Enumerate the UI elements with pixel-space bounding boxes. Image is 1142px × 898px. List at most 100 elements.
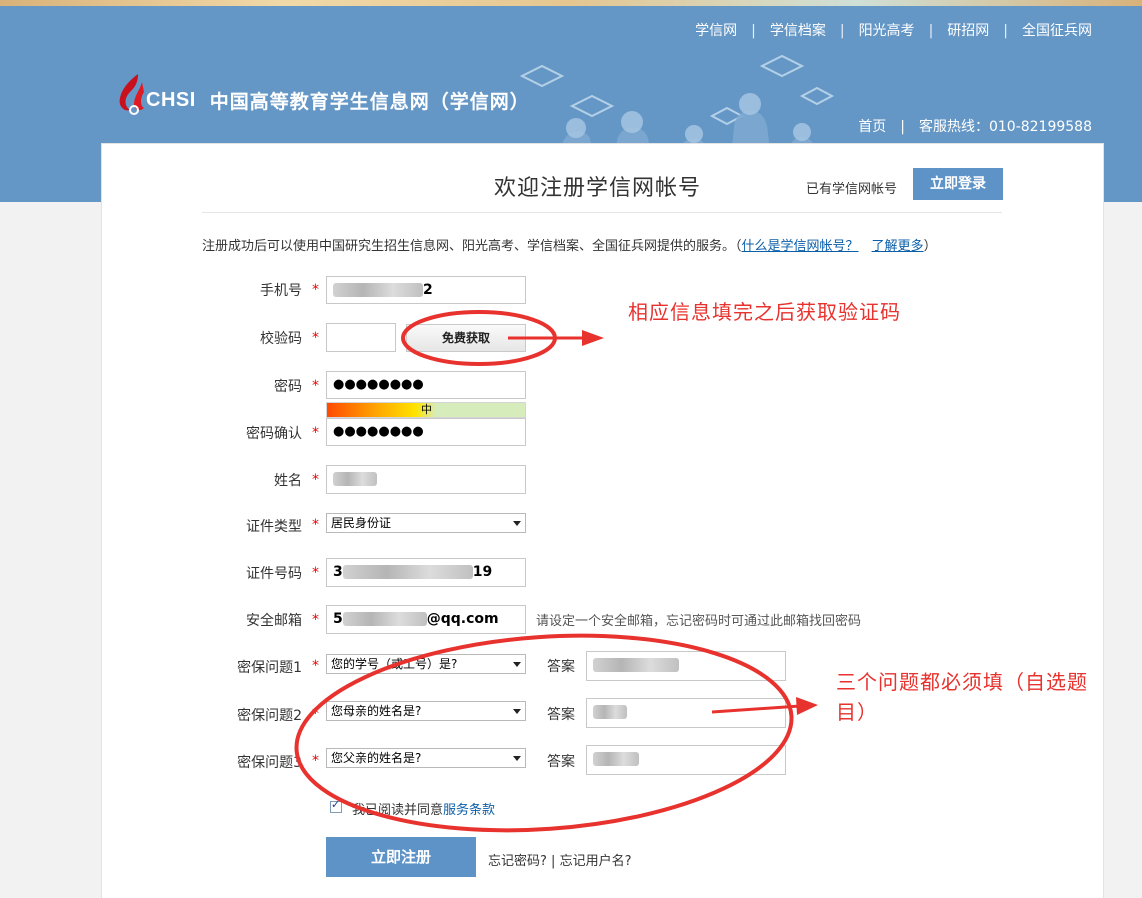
what-is-account-link[interactable]: 什么是学信网帐号？ bbox=[742, 239, 859, 254]
name-input[interactable] bbox=[326, 465, 526, 494]
password-confirm-input[interactable]: ●●●●●●●● bbox=[326, 418, 526, 446]
phone-label: 手机号 bbox=[260, 283, 302, 299]
email-prefix: 5 bbox=[333, 611, 343, 627]
redacted-blur bbox=[333, 472, 377, 486]
security-question-1-label: 密保问题1 bbox=[237, 660, 302, 676]
id-type-label: 证件类型 bbox=[246, 519, 302, 535]
security-question-2-label: 密保问题2 bbox=[237, 708, 302, 724]
forgot-separator: | bbox=[546, 854, 560, 869]
required-mark: * bbox=[312, 658, 319, 674]
answer-3-input[interactable] bbox=[586, 745, 786, 775]
title-divider bbox=[202, 212, 1002, 213]
nav-separator: | bbox=[751, 23, 756, 39]
agree-checkbox[interactable] bbox=[330, 798, 342, 813]
logo-title: 中国高等教育学生信息网（学信网） bbox=[209, 90, 530, 113]
registration-card: 欢迎注册学信网帐号 已有学信网帐号 立即登录 注册成功后可以使用中国研究生招生信… bbox=[101, 143, 1104, 898]
security-question-1-value: 您的学号（或工号）是? bbox=[331, 657, 458, 671]
logo-chsi-text: CHSI bbox=[146, 88, 196, 111]
top-nav: 学信网 | 学信档案 | 阳光高考 | 研招网 | 全国征兵网 bbox=[695, 20, 1092, 40]
subnav-separator: | bbox=[900, 119, 905, 135]
get-code-button[interactable]: 免费获取 bbox=[406, 324, 526, 352]
email-label: 安全邮箱 bbox=[246, 613, 302, 629]
password-strength-text: 中 bbox=[421, 403, 432, 416]
required-mark: * bbox=[312, 378, 319, 394]
redacted-blur bbox=[593, 752, 639, 766]
intro-text: 注册成功后可以使用中国研究生招生信息网、阳光高考、学信档案、全国征兵网提供的服务… bbox=[202, 235, 937, 254]
id-number-input[interactable]: 3 19 bbox=[326, 558, 526, 587]
answer-1-input[interactable] bbox=[586, 651, 786, 681]
password-label: 密码 bbox=[274, 379, 302, 395]
terms-link[interactable]: 服务条款 bbox=[443, 803, 495, 818]
required-mark: * bbox=[312, 565, 319, 581]
chevron-down-icon bbox=[513, 756, 521, 761]
password-strength-bar: 中 bbox=[326, 402, 526, 418]
required-mark: * bbox=[312, 706, 319, 722]
annotation-note-code: 相应信息填完之后获取验证码 bbox=[628, 300, 901, 324]
forgot-password-link[interactable]: 忘记密码? bbox=[488, 854, 547, 869]
required-mark: * bbox=[312, 425, 319, 441]
page-title: 欢迎注册学信网帐号 bbox=[494, 176, 702, 201]
name-label: 姓名 bbox=[274, 473, 302, 489]
nav-separator: | bbox=[839, 23, 845, 39]
nav-separator: | bbox=[928, 23, 934, 39]
required-mark: * bbox=[312, 472, 319, 488]
answer-2-input[interactable] bbox=[586, 698, 786, 728]
forgot-username-link[interactable]: 忘记用户名? bbox=[560, 854, 632, 869]
answer-2-label: 答案 bbox=[547, 707, 575, 723]
redacted-blur bbox=[593, 705, 627, 719]
register-button[interactable]: 立即注册 bbox=[326, 837, 476, 877]
chevron-down-icon bbox=[513, 662, 521, 667]
code-label: 校验码 bbox=[260, 331, 302, 347]
nav-sunshine-gaokao[interactable]: 阳光高考 bbox=[859, 23, 915, 39]
redacted-blur bbox=[333, 283, 423, 297]
redacted-blur bbox=[342, 612, 427, 626]
security-question-3-select[interactable]: 您父亲的姓名是? bbox=[326, 748, 526, 768]
home-link[interactable]: 首页 bbox=[858, 119, 886, 135]
chevron-down-icon bbox=[513, 709, 521, 714]
learn-more-link[interactable]: 了解更多 bbox=[872, 239, 924, 254]
required-mark: * bbox=[312, 330, 319, 346]
security-question-2-value: 您母亲的姓名是? bbox=[331, 704, 422, 718]
password-input[interactable]: ●●●●●●●● bbox=[326, 371, 526, 399]
agree-label: 我已阅读并同意 bbox=[352, 803, 444, 818]
id-type-value: 居民身份证 bbox=[331, 516, 392, 530]
phone-input[interactable]: 2 bbox=[326, 276, 526, 304]
intro-body: 注册成功后可以使用中国研究生招生信息网、阳光高考、学信档案、全国征兵网提供的服务… bbox=[202, 239, 742, 254]
email-input[interactable]: 5 @qq.com bbox=[326, 605, 526, 634]
redacted-blur bbox=[342, 565, 473, 579]
security-question-3-label: 密保问题3 bbox=[237, 755, 302, 771]
site-logo[interactable]: CHSI 中国高等教育学生信息网（学信网） bbox=[112, 72, 530, 116]
required-mark: * bbox=[312, 753, 319, 769]
nav-chsi[interactable]: 学信网 bbox=[695, 23, 737, 39]
answer-3-label: 答案 bbox=[547, 754, 575, 770]
phone-value-suffix: 2 bbox=[423, 282, 433, 298]
sub-nav: 首页 | 客服热线：010-82199588 bbox=[858, 116, 1092, 136]
has-account-text: 已有学信网帐号 bbox=[806, 182, 898, 197]
security-question-2-select[interactable]: 您母亲的姓名是? bbox=[326, 701, 526, 721]
email-hint: 请设定一个安全邮箱，忘记密码时可通过此邮箱找回密码 bbox=[536, 614, 862, 629]
id-number-prefix: 3 bbox=[333, 564, 343, 580]
hotline-text: 客服热线：010-82199588 bbox=[918, 119, 1092, 135]
id-type-select[interactable]: 居民身份证 bbox=[326, 513, 526, 533]
id-number-label: 证件号码 bbox=[246, 566, 302, 582]
required-mark: * bbox=[312, 282, 319, 298]
id-number-suffix: 19 bbox=[472, 564, 493, 580]
forgot-links: 忘记密码? | 忘记用户名? bbox=[488, 850, 631, 869]
required-mark: * bbox=[312, 517, 319, 533]
login-button[interactable]: 立即登录 bbox=[913, 168, 1003, 200]
email-suffix: @qq.com bbox=[426, 611, 499, 627]
intro-close: ） bbox=[923, 239, 937, 254]
nav-yanzhao[interactable]: 研招网 bbox=[947, 23, 989, 39]
required-mark: * bbox=[312, 612, 319, 628]
security-question-1-select[interactable]: 您的学号（或工号）是? bbox=[326, 654, 526, 674]
annotation-note-questions-line2: 目） bbox=[836, 700, 878, 724]
agree-text: 我已阅读并同意服务条款 bbox=[352, 799, 495, 818]
security-question-3-value: 您父亲的姓名是? bbox=[331, 751, 422, 765]
chevron-down-icon bbox=[513, 521, 521, 526]
nav-conscription[interactable]: 全国征兵网 bbox=[1022, 23, 1092, 39]
password-confirm-label: 密码确认 bbox=[246, 426, 302, 442]
code-input[interactable] bbox=[326, 323, 396, 352]
redacted-blur bbox=[593, 658, 679, 672]
nav-xuexin-archive[interactable]: 学信档案 bbox=[770, 23, 826, 39]
annotation-note-questions-line1: 三个问题都必须填（自选题 bbox=[836, 670, 1088, 694]
